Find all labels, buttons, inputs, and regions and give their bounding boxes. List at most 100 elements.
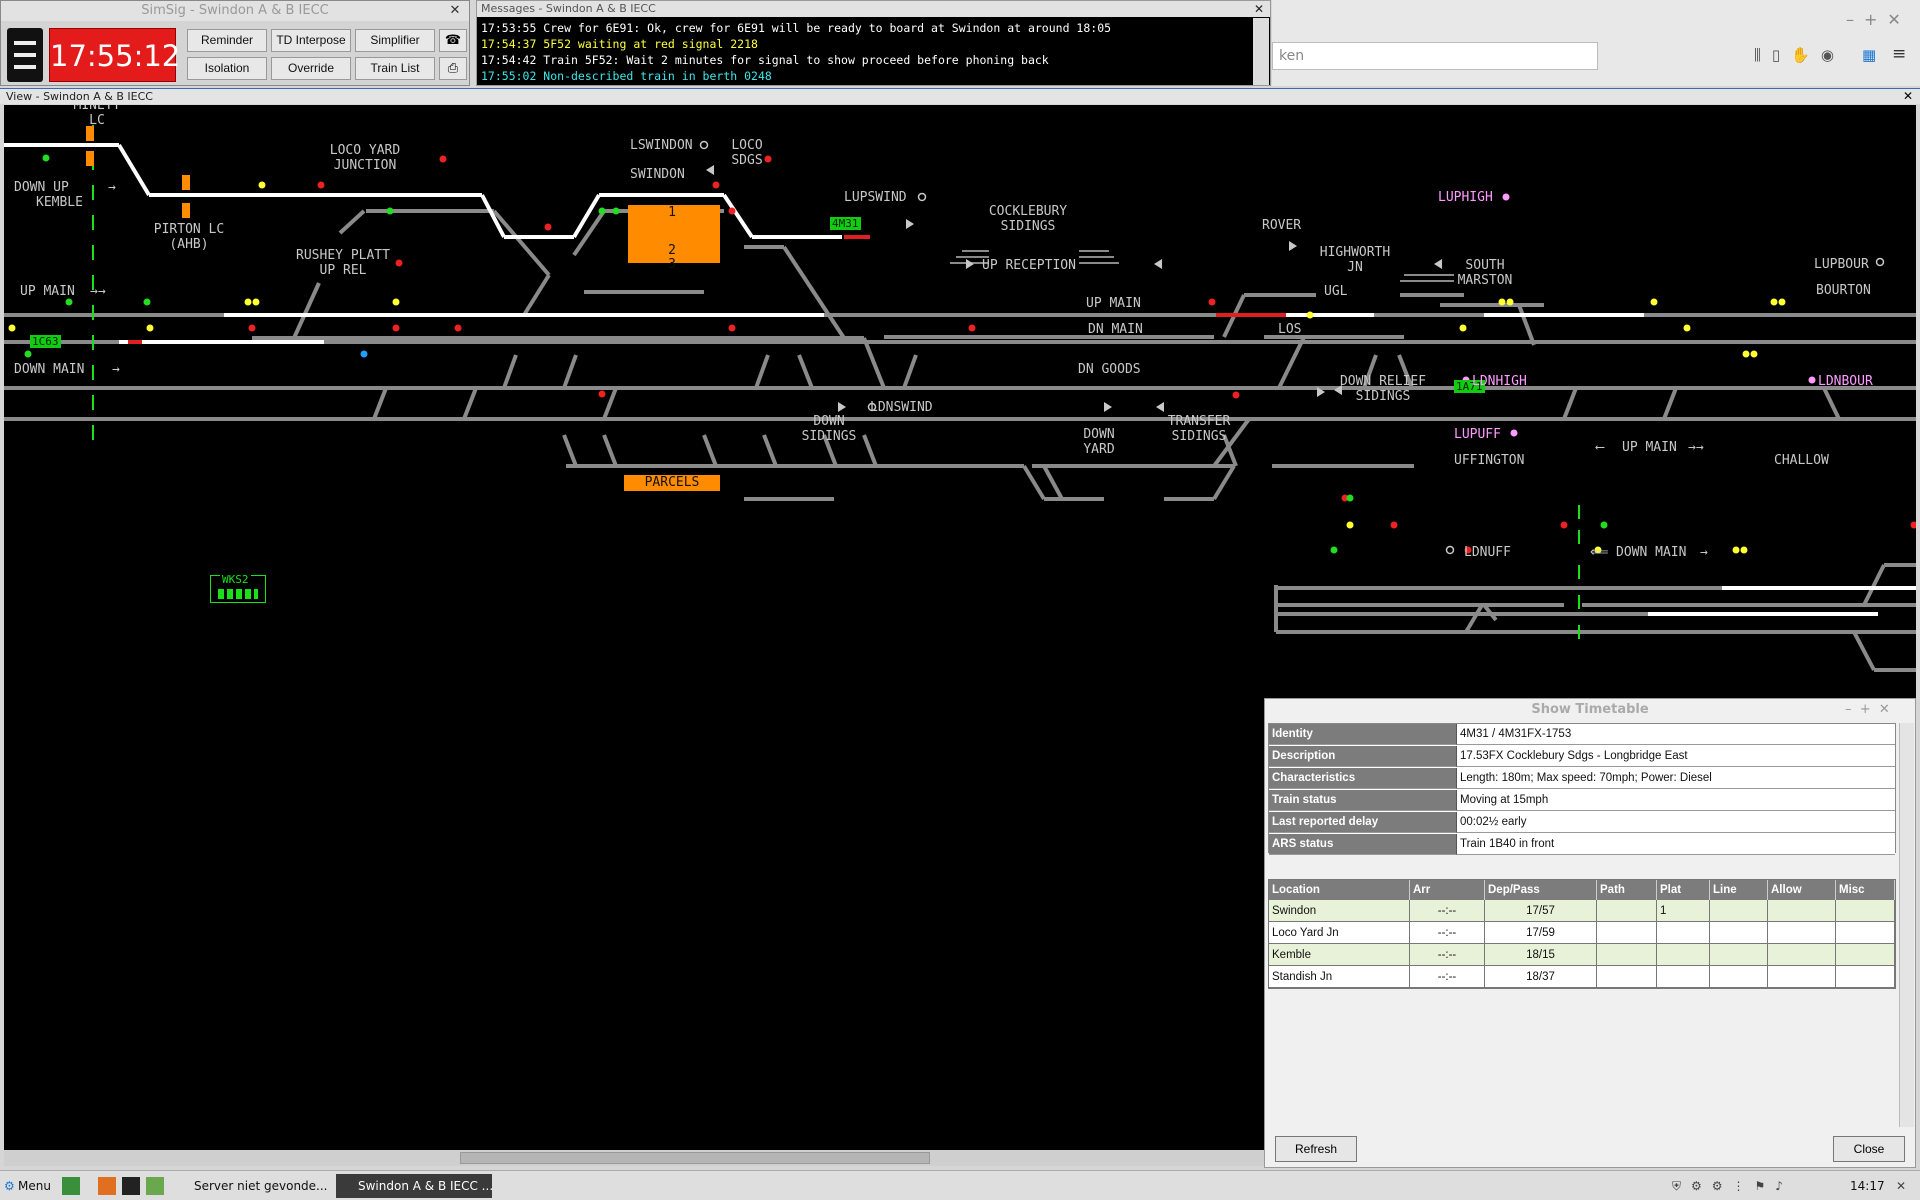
col-misc[interactable]: Misc	[1836, 880, 1895, 900]
col-arr[interactable]: Arr	[1410, 880, 1485, 900]
control-window-title: SimSig - Swindon A & B IECC	[1, 1, 469, 21]
table-cell: --:--	[1410, 900, 1485, 922]
task-simsig[interactable]: Swindon A & B IECC ...	[336, 1174, 493, 1198]
task-browser[interactable]: Server niet gevonde...	[172, 1174, 336, 1198]
lswindon-label: LSWINDON	[630, 138, 693, 153]
down-relief-sidings-label: DOWN RELIEF SIDINGS	[1339, 374, 1427, 404]
toolbar-icons[interactable]: ⫼▯✋◉	[1754, 46, 1845, 64]
browser-window: –+✕ ken ⫼▯✋◉ ▦ ≡	[1272, 0, 1920, 86]
table-cell	[1710, 900, 1768, 922]
terminal-icon[interactable]	[122, 1177, 140, 1195]
tray-icons[interactable]: ⛨⚙⚙⋮⚑♪	[1672, 1174, 1793, 1198]
close-icon[interactable]: ✕	[1251, 1, 1267, 17]
bourton-label: BOURTON	[1816, 283, 1871, 298]
table-cell	[1768, 922, 1836, 944]
hamburger-icon	[14, 41, 36, 45]
table-cell	[1768, 944, 1836, 966]
level-crossing-marker[interactable]	[182, 175, 190, 190]
level-crossing-marker[interactable]	[86, 151, 94, 166]
scrollbar-thumb[interactable]	[460, 1152, 930, 1164]
ars-status-key: ARS status	[1269, 834, 1457, 855]
table-cell	[1836, 966, 1895, 988]
cocklebury-sidings-label: COCKLEBURY SIDINGS	[988, 204, 1068, 234]
identity-value: 4M31 / 4M31FX-1753	[1457, 724, 1895, 745]
table-cell: 17/59	[1485, 922, 1597, 944]
col-line[interactable]: Line	[1710, 880, 1768, 900]
arrow-right-icon: →	[108, 180, 116, 195]
override-button[interactable]: Override	[271, 57, 351, 80]
refresh-button[interactable]: Refresh	[1275, 1136, 1357, 1162]
td-interpose-button[interactable]: TD Interpose	[271, 29, 351, 52]
down-up-label: DOWN UP	[14, 180, 69, 195]
parcels-platform[interactable]: PARCELS	[624, 475, 720, 491]
loco-yard-junction-label: LOCO YARD JUNCTION	[329, 143, 401, 173]
close-icon[interactable]: ✕	[445, 2, 465, 20]
down-main-right-label: DOWN MAIN	[1616, 545, 1687, 560]
up-reception-label: UP RECEPTION	[982, 258, 1076, 273]
window-controls-icon[interactable]: – + ✕	[1845, 699, 1915, 721]
clock-text[interactable]: 14:17	[1850, 1174, 1885, 1198]
table-cell: Swindon	[1269, 900, 1410, 922]
extension-icon[interactable]: ▦	[1862, 46, 1876, 64]
table-cell	[1836, 900, 1895, 922]
main-menu-button[interactable]	[7, 28, 43, 82]
window-controls-icon[interactable]: –+✕	[1846, 10, 1911, 29]
train-tag[interactable]: 1C63	[30, 335, 61, 348]
lupswind-label: LUPSWIND	[844, 190, 907, 205]
train-tag[interactable]: 4M31	[830, 217, 861, 230]
description-key: Description	[1269, 746, 1457, 767]
table-cell: Standish Jn	[1269, 966, 1410, 988]
menu-icon[interactable]: ⚙	[4, 1174, 15, 1198]
control-window: SimSig - Swindon A & B IECC ✕ 17:55:12 R…	[0, 0, 470, 86]
close-icon[interactable]: ✕	[1900, 88, 1916, 104]
table-cell	[1768, 966, 1836, 988]
printer-icon[interactable]: ⎙	[439, 57, 467, 80]
up-main-left-label: UP MAIN	[20, 284, 75, 299]
lupuff-label: LUPUFF	[1454, 427, 1501, 442]
close-button[interactable]: Close	[1833, 1136, 1905, 1162]
ugl-label: UGL	[1324, 284, 1348, 299]
col-path[interactable]: Path	[1597, 880, 1657, 900]
train-list-button[interactable]: Train List	[355, 57, 435, 80]
table-cell: 18/15	[1485, 944, 1597, 966]
col-location[interactable]: Location	[1269, 880, 1410, 900]
messages-scrollbar[interactable]	[1253, 18, 1269, 85]
level-crossing-marker[interactable]	[86, 126, 94, 141]
description-value: 17.53FX Cocklebury Sdgs - Longbridge Eas…	[1457, 746, 1895, 767]
down-yard-label: DOWN YARD	[1083, 427, 1115, 457]
browser-search-input[interactable]: ken	[1272, 42, 1598, 70]
hamburger-icon[interactable]: ≡	[1892, 44, 1906, 64]
message-line: 17:54:37 5F52 waiting at red signal 2218	[481, 37, 758, 51]
transfer-sidings-label: TRANSFER SIDINGS	[1167, 414, 1231, 444]
view-window-title: View - Swindon A & B IECC	[0, 88, 1920, 104]
files-icon[interactable]	[146, 1177, 164, 1195]
train-details-panel: Identity 4M31 / 4M31FX-1753 Description …	[1268, 723, 1896, 855]
arrow-right-icon: →→	[90, 284, 106, 299]
kemble-label: KEMBLE	[36, 195, 83, 210]
menu-button[interactable]: Menu	[18, 1174, 51, 1198]
level-crossing-marker[interactable]	[182, 203, 190, 218]
rover-label: ROVER	[1262, 218, 1302, 233]
close-icon[interactable]: ✕	[1896, 1174, 1906, 1198]
col-plat[interactable]: Plat	[1657, 880, 1710, 900]
message-line: 17:54:42 Train 5F52: Wait 2 minutes for …	[481, 53, 1049, 67]
table-cell: --:--	[1410, 966, 1485, 988]
message-line: 17:55:02 Non-described train in berth 02…	[481, 69, 772, 83]
ldnbour-label: LDNBOUR	[1818, 374, 1873, 389]
show-desktop-icon[interactable]	[62, 1177, 80, 1195]
isolation-button[interactable]: Isolation	[187, 57, 267, 80]
reminder-button[interactable]: Reminder	[187, 29, 267, 52]
simplifier-button[interactable]: Simplifier	[355, 29, 435, 52]
train-status-key: Train status	[1269, 790, 1457, 811]
phone-icon[interactable]: ☎	[439, 29, 467, 52]
table-cell: --:--	[1410, 922, 1485, 944]
timetable-scrollbar[interactable]	[1899, 723, 1914, 1127]
challow-label: CHALLOW	[1774, 453, 1829, 468]
table-cell	[1836, 922, 1895, 944]
col-allow[interactable]: Allow	[1768, 880, 1836, 900]
messages-window-title: Messages - Swindon A & B IECC	[477, 1, 1270, 17]
sim-clock[interactable]: 17:55:12	[49, 28, 180, 82]
firefox-icon[interactable]	[98, 1177, 116, 1195]
col-dep[interactable]: Dep/Pass	[1485, 880, 1597, 900]
identity-key: Identity	[1269, 724, 1457, 745]
